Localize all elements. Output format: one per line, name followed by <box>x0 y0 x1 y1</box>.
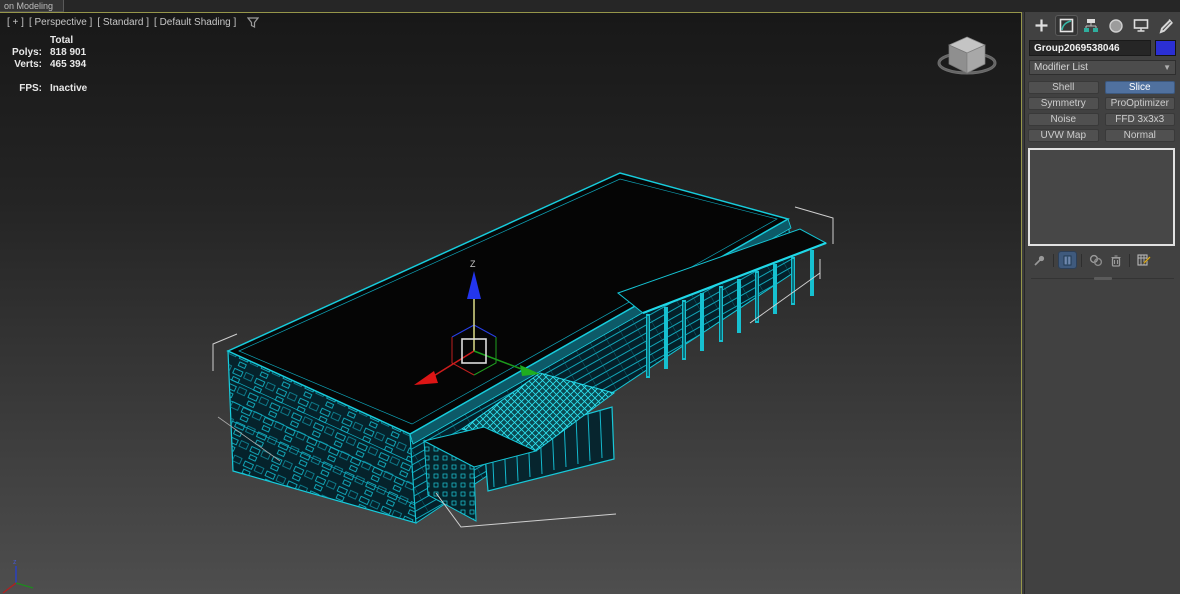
modifier-button-symmetry[interactable]: Symmetry <box>1028 97 1099 110</box>
world-axis-tripod: z <box>2 559 34 594</box>
show-end-result-button[interactable] <box>1058 251 1077 269</box>
object-color-swatch[interactable] <box>1155 40 1176 56</box>
tab-hierarchy[interactable] <box>1081 16 1102 35</box>
chevron-down-icon: ▼ <box>1163 63 1171 72</box>
command-panel: Group2069538046 Modifier List ▼ Shell Sl… <box>1024 12 1180 594</box>
modifier-button-shell[interactable]: Shell <box>1028 81 1099 94</box>
toolbar-separator <box>1053 253 1054 267</box>
modifier-stack-toolbar <box>1031 251 1180 269</box>
object-name-input[interactable]: Group2069538046 <box>1029 40 1151 56</box>
stats-total-header: Total <box>50 35 74 46</box>
tab-modify[interactable] <box>1054 15 1078 36</box>
per-view-filter-icon[interactable] <box>247 17 260 28</box>
viewport-menu-shading[interactable]: [ Default Shading ] <box>154 17 236 28</box>
svg-text:z: z <box>13 559 17 566</box>
modifier-button-prooptimizer[interactable]: ProOptimizer <box>1104 97 1175 110</box>
pin-stack-button[interactable] <box>1031 252 1048 268</box>
panel-splitter[interactable] <box>1031 277 1174 280</box>
modifier-stack-list[interactable] <box>1028 148 1175 246</box>
stats-verts-value: 465 394 <box>50 59 87 70</box>
viewport[interactable]: Z z [ + ] [ Perspective ] [ Standard ] [… <box>0 12 1022 594</box>
modifier-button-uvwmap[interactable]: UVW Map <box>1028 129 1099 142</box>
ribbon-strip: on Modeling <box>0 0 1180 12</box>
tab-create[interactable] <box>1031 16 1052 35</box>
tab-display[interactable] <box>1130 16 1151 35</box>
display-icon <box>1133 19 1149 32</box>
viewport-menu-general[interactable]: [ + ] <box>7 17 24 28</box>
viewport-menu-type[interactable]: [ Standard ] <box>97 17 149 28</box>
object-name-row: Group2069538046 <box>1025 38 1180 58</box>
viewport-label: [ + ] [ Perspective ] [ Standard ] [ Def… <box>7 17 260 28</box>
modifier-button-noise[interactable]: Noise <box>1028 113 1099 126</box>
gizmo-z-label: Z <box>470 259 476 269</box>
toolbar-separator <box>1081 253 1082 267</box>
modifier-button-ffd3x3x3[interactable]: FFD 3x3x3 <box>1104 113 1175 126</box>
stats-fps-value: Inactive <box>50 83 88 94</box>
stats-fps-label: FPS: <box>19 83 42 94</box>
make-unique-icon <box>1089 254 1102 266</box>
plus-icon <box>1035 19 1048 32</box>
configure-sets-icon <box>1136 254 1151 266</box>
viewcube[interactable] <box>929 27 1005 85</box>
trash-icon <box>1111 254 1120 267</box>
toolbar-separator <box>1129 253 1130 267</box>
tab-motion[interactable] <box>1105 16 1126 35</box>
configure-modifier-sets-button[interactable] <box>1135 252 1152 268</box>
modifier-button-normal[interactable]: Normal <box>1104 129 1175 142</box>
wrench-icon <box>1159 18 1173 34</box>
modifier-button-slice[interactable]: Slice <box>1104 81 1175 94</box>
modifier-list-dropdown[interactable]: Modifier List ▼ <box>1029 60 1176 75</box>
modifier-buttons-grid: Shell Slice Symmetry ProOptimizer Noise … <box>1028 81 1175 142</box>
command-panel-tabs <box>1025 12 1180 38</box>
stats-polys-value: 818 901 <box>50 47 87 58</box>
ribbon-tab-fragment[interactable]: on Modeling <box>0 0 65 12</box>
building-model[interactable] <box>226 172 828 524</box>
viewport-statistics: Total Polys: 818 901 Verts: 465 394 FPS:… <box>8 35 87 94</box>
viewport-menu-pov[interactable]: [ Perspective ] <box>29 17 92 28</box>
viewport-canvas[interactable]: Z z <box>0 13 1022 594</box>
tab-utilities[interactable] <box>1155 16 1176 35</box>
modify-icon <box>1059 18 1074 33</box>
hierarchy-icon <box>1084 19 1099 32</box>
show-end-result-icon <box>1063 255 1072 265</box>
motion-icon <box>1109 18 1123 33</box>
remove-modifier-button[interactable] <box>1107 252 1124 268</box>
pin-icon <box>1034 255 1045 266</box>
stats-verts-label: Verts: <box>14 59 42 70</box>
stats-polys-label: Polys: <box>11 47 42 58</box>
modifier-list-label: Modifier List <box>1034 62 1088 73</box>
make-unique-button[interactable] <box>1087 252 1104 268</box>
